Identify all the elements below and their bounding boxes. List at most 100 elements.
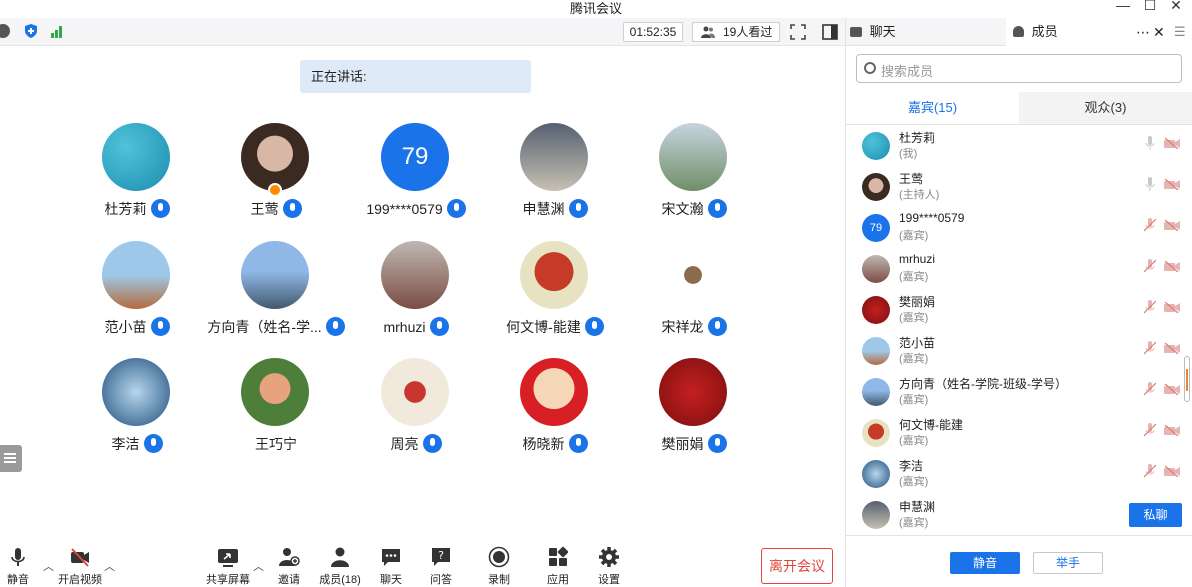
search-placeholder: 搜索成员 xyxy=(881,64,934,79)
menu-icon[interactable]: ☰ xyxy=(1174,18,1186,46)
mic-icon xyxy=(568,434,588,453)
video-off-icon xyxy=(71,548,89,567)
tab-members[interactable]: 成员 ⋯ ✕ ☰ xyxy=(1006,18,1192,46)
tab-chat[interactable]: 聊天 xyxy=(846,18,1006,46)
mic-off-icon[interactable] xyxy=(1144,341,1156,355)
member-list-scrollbar[interactable] xyxy=(1184,356,1190,402)
mute-button[interactable]: 静音 xyxy=(0,546,44,587)
participant-tile[interactable]: 申慧渊 xyxy=(485,123,625,233)
microphone-icon xyxy=(11,548,25,566)
video-off-icon[interactable] xyxy=(1164,261,1180,272)
video-off-icon[interactable] xyxy=(1164,179,1180,190)
qa-button[interactable]: ? 问答 xyxy=(415,546,467,587)
avatar xyxy=(862,337,890,365)
mute-options-chevron-icon[interactable]: ︿ xyxy=(43,558,54,574)
participant-tile[interactable]: 王莺 xyxy=(206,123,346,233)
share-screen-button[interactable]: 共享屏幕 xyxy=(202,546,254,587)
side-list-toggle[interactable] xyxy=(0,445,22,472)
participant-name: 周亮 xyxy=(346,434,486,454)
video-off-icon[interactable] xyxy=(1164,220,1180,231)
info-icon[interactable] xyxy=(0,24,10,38)
mic-off-icon[interactable] xyxy=(1144,464,1156,478)
video-off-icon[interactable] xyxy=(1164,384,1180,395)
mic-icon xyxy=(143,434,163,453)
member-row[interactable]: 王莺 (主持人) xyxy=(846,167,1186,208)
video-off-icon[interactable] xyxy=(1164,343,1180,354)
participant-tile[interactable]: 范小苗 xyxy=(67,241,207,351)
participant-tile[interactable]: 杜芳莉 xyxy=(67,123,207,233)
video-off-icon[interactable] xyxy=(1164,425,1180,436)
record-icon xyxy=(488,546,510,568)
mic-off-icon[interactable] xyxy=(1144,382,1156,396)
member-row[interactable]: 申慧渊 (嘉宾) 私聊 xyxy=(846,495,1186,536)
private-chat-button[interactable]: 私聊 xyxy=(1129,503,1182,527)
participant-tile[interactable]: 周亮 xyxy=(346,358,486,468)
member-row[interactable]: 樊丽娟 (嘉宾) xyxy=(846,290,1186,331)
viewers-button[interactable]: 19人看过 xyxy=(692,22,780,42)
mic-off-icon[interactable] xyxy=(1144,423,1156,437)
tab-guests[interactable]: 嘉宾(15) xyxy=(846,92,1019,124)
member-row[interactable]: 方向青（姓名-学院-班级-学号） (嘉宾) xyxy=(846,372,1186,413)
settings-button[interactable]: 设置 xyxy=(583,546,635,587)
fullscreen-icon[interactable] xyxy=(788,22,808,42)
layout-toggle-icon[interactable] xyxy=(820,22,840,42)
mic-icon[interactable] xyxy=(1144,136,1156,150)
raise-hand-button[interactable]: 举手 xyxy=(1033,552,1103,574)
participant-tile[interactable]: 何文博-能建 xyxy=(485,241,625,351)
participant-tile[interactable]: 杨晓新 xyxy=(485,358,625,468)
mic-icon[interactable] xyxy=(1144,177,1156,191)
members-button[interactable]: 成员(18) xyxy=(314,546,366,587)
participant-name: mrhuzi xyxy=(346,317,486,336)
apps-button[interactable]: 应用 xyxy=(532,546,584,587)
participant-tile[interactable]: 宋祥龙 xyxy=(624,241,764,351)
record-button[interactable]: 录制 xyxy=(473,546,525,587)
member-row[interactable]: mrhuzi (嘉宾) xyxy=(846,249,1186,290)
participant-tile[interactable]: 宋文瀚 xyxy=(624,123,764,233)
window-title: 腾讯会议 xyxy=(569,1,622,16)
meeting-timer: 01:52:35 xyxy=(623,22,683,42)
member-row[interactable]: 何文博-能建 (嘉宾) xyxy=(846,413,1186,454)
start-video-button[interactable]: 开启视频 xyxy=(54,546,106,587)
list-icon xyxy=(4,453,16,455)
avatar xyxy=(102,123,170,191)
participant-name: 樊丽娟 xyxy=(624,434,764,454)
chat-icon xyxy=(382,549,400,566)
panel-footer: 静音 举手 xyxy=(846,535,1192,587)
invite-button[interactable]: 邀请 xyxy=(263,546,315,587)
maximize-icon[interactable]: ☐ xyxy=(1140,0,1160,14)
member-row[interactable]: 范小苗 (嘉宾) xyxy=(846,331,1186,372)
bottom-toolbar: 静音 ︿ 开启视频 ︿ 共享屏幕 ︿ 邀请 成员(18) 聊天 ? 问答 录制 … xyxy=(0,540,845,587)
mic-off-icon[interactable] xyxy=(1144,300,1156,314)
minimize-icon[interactable]: — xyxy=(1113,0,1133,13)
viewers-count: 19人看过 xyxy=(723,25,773,39)
mute-all-button[interactable]: 静音 xyxy=(950,552,1020,574)
mic-icon xyxy=(707,434,727,453)
tab-audience[interactable]: 观众(3) xyxy=(1019,92,1192,124)
avatar: 79 xyxy=(381,123,449,191)
participant-tile[interactable]: 李洁 xyxy=(67,358,207,468)
signal-strength-icon[interactable] xyxy=(50,24,64,38)
mic-off-icon[interactable] xyxy=(1144,218,1156,232)
mic-off-icon[interactable] xyxy=(1144,259,1156,273)
security-shield-icon[interactable] xyxy=(24,24,38,38)
host-badge-icon xyxy=(268,183,282,197)
video-off-icon[interactable] xyxy=(1164,138,1180,149)
member-row[interactable]: 79 199****0579 (嘉宾) xyxy=(846,208,1186,249)
video-off-icon[interactable] xyxy=(1164,302,1180,313)
participant-tile[interactable]: 79 199****0579 xyxy=(346,123,486,233)
close-icon[interactable]: ✕ xyxy=(1166,0,1186,14)
video-options-chevron-icon[interactable]: ︿ xyxy=(104,558,115,574)
video-off-icon[interactable] xyxy=(1164,466,1180,477)
more-options-icon[interactable]: ⋯ xyxy=(1136,18,1150,46)
member-row[interactable]: 李洁 (嘉宾) xyxy=(846,454,1186,495)
close-panel-icon[interactable]: ✕ xyxy=(1153,18,1165,46)
participant-tile[interactable]: 王巧宁 xyxy=(206,358,346,468)
avatar xyxy=(520,241,588,309)
participant-tile[interactable]: 方向青（姓名-学... xyxy=(206,241,346,351)
member-search-field[interactable]: 搜索成员 xyxy=(856,54,1182,83)
chat-button[interactable]: 聊天 xyxy=(365,546,417,587)
leave-meeting-button[interactable]: 离开会议 xyxy=(761,548,833,584)
member-row[interactable]: 杜芳莉 (我) xyxy=(846,126,1186,167)
participant-tile[interactable]: 樊丽娟 xyxy=(624,358,764,468)
participant-tile[interactable]: mrhuzi xyxy=(346,241,486,351)
